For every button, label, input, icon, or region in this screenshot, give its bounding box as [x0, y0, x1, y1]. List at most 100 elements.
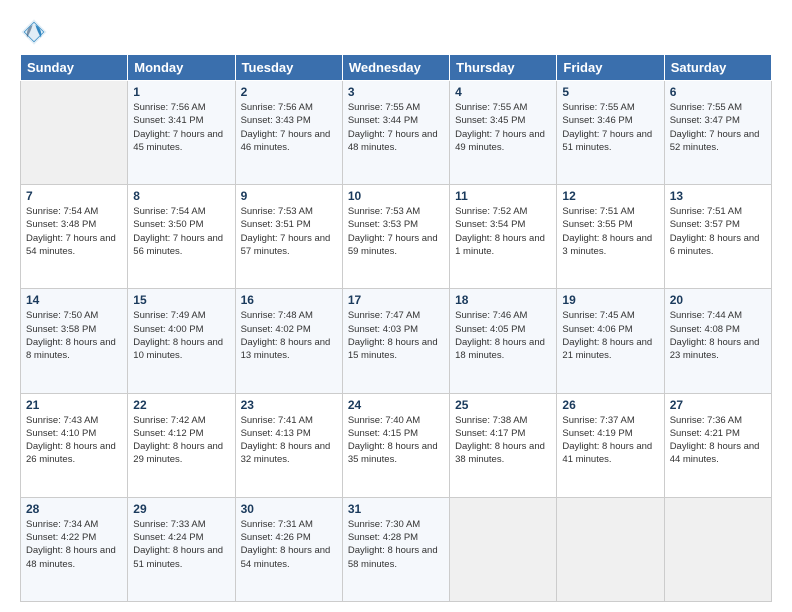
day-cell: 30Sunrise: 7:31 AMSunset: 4:26 PMDayligh…: [235, 497, 342, 601]
day-number: 23: [241, 398, 337, 412]
col-header-friday: Friday: [557, 55, 664, 81]
col-header-wednesday: Wednesday: [342, 55, 449, 81]
day-number: 6: [670, 85, 766, 99]
day-number: 9: [241, 189, 337, 203]
col-header-saturday: Saturday: [664, 55, 771, 81]
day-info: Sunrise: 7:56 AMSunset: 3:43 PMDaylight:…: [241, 101, 337, 154]
day-number: 15: [133, 293, 229, 307]
day-info: Sunrise: 7:37 AMSunset: 4:19 PMDaylight:…: [562, 414, 658, 467]
day-info: Sunrise: 7:51 AMSunset: 3:57 PMDaylight:…: [670, 205, 766, 258]
day-cell: 7 Sunrise: 7:54 AMSunset: 3:48 PMDaylight…: [21, 185, 128, 289]
day-info: Sunrise: 7:55 AMSunset: 3:46 PMDaylight:…: [562, 101, 658, 154]
day-info: Sunrise: 7:47 AMSunset: 4:03 PMDaylight:…: [348, 309, 444, 362]
day-info: Sunrise: 7:38 AMSunset: 4:17 PMDaylight:…: [455, 414, 551, 467]
day-cell: 15Sunrise: 7:49 AMSunset: 4:00 PMDayligh…: [128, 289, 235, 393]
day-cell: 22 Sunrise: 7:42 AMSunset: 4:12 PMDayligh…: [128, 393, 235, 497]
day-cell: 28 Sunrise: 7:34 AMSunset: 4:22 PMDayligh…: [21, 497, 128, 601]
day-info: Sunrise: 7:55 AMSunset: 3:44 PMDaylight:…: [348, 101, 444, 154]
day-info: Sunrise: 7:53 AMSunset: 3:51 PMDaylight:…: [241, 205, 337, 258]
day-number: 29: [133, 502, 229, 516]
day-cell: 17Sunrise: 7:47 AMSunset: 4:03 PMDayligh…: [342, 289, 449, 393]
day-cell: 19 Sunrise: 7:45 AMSunset: 4:06 PMDayligh…: [557, 289, 664, 393]
day-number: 5: [562, 85, 658, 99]
day-number: 8: [133, 189, 229, 203]
day-number: 26: [562, 398, 658, 412]
day-number: 21: [26, 398, 122, 412]
day-info: Sunrise: 7:31 AMSunset: 4:26 PMDaylight:…: [241, 518, 337, 571]
day-number: 31: [348, 502, 444, 516]
day-info: Sunrise: 7:36 AMSunset: 4:21 PMDaylight:…: [670, 414, 766, 467]
week-row-4: 21 Sunrise: 7:43 AMSunset: 4:10 PMDayligh…: [21, 393, 772, 497]
day-number: 16: [241, 293, 337, 307]
day-cell: 5 Sunrise: 7:55 AMSunset: 3:46 PMDaylight…: [557, 81, 664, 185]
day-cell: 31 Sunrise: 7:30 AMSunset: 4:28 PMDayligh…: [342, 497, 449, 601]
day-cell: 10 Sunrise: 7:53 AMSunset: 3:53 PMDayligh…: [342, 185, 449, 289]
week-row-2: 7 Sunrise: 7:54 AMSunset: 3:48 PMDaylight…: [21, 185, 772, 289]
logo-icon: [20, 18, 48, 46]
day-number: 18: [455, 293, 551, 307]
day-info: Sunrise: 7:41 AMSunset: 4:13 PMDaylight:…: [241, 414, 337, 467]
day-number: 19: [562, 293, 658, 307]
day-cell: 16 Sunrise: 7:48 AMSunset: 4:02 PMDayligh…: [235, 289, 342, 393]
day-info: Sunrise: 7:48 AMSunset: 4:02 PMDaylight:…: [241, 309, 337, 362]
day-info: Sunrise: 7:50 AMSunset: 3:58 PMDaylight:…: [26, 309, 122, 362]
day-number: 2: [241, 85, 337, 99]
day-cell: 6 Sunrise: 7:55 AMSunset: 3:47 PMDaylight…: [664, 81, 771, 185]
day-cell: 12 Sunrise: 7:51 AMSunset: 3:55 PMDayligh…: [557, 185, 664, 289]
day-info: Sunrise: 7:44 AMSunset: 4:08 PMDaylight:…: [670, 309, 766, 362]
day-info: Sunrise: 7:55 AMSunset: 3:45 PMDaylight:…: [455, 101, 551, 154]
day-info: Sunrise: 7:45 AMSunset: 4:06 PMDaylight:…: [562, 309, 658, 362]
day-info: Sunrise: 7:33 AMSunset: 4:24 PMDaylight:…: [133, 518, 229, 571]
day-number: 3: [348, 85, 444, 99]
col-header-monday: Monday: [128, 55, 235, 81]
day-cell: [664, 497, 771, 601]
day-info: Sunrise: 7:43 AMSunset: 4:10 PMDaylight:…: [26, 414, 122, 467]
day-number: 24: [348, 398, 444, 412]
day-cell: 11Sunrise: 7:52 AMSunset: 3:54 PMDayligh…: [450, 185, 557, 289]
day-cell: 4 Sunrise: 7:55 AMSunset: 3:45 PMDaylight…: [450, 81, 557, 185]
day-number: 14: [26, 293, 122, 307]
col-header-thursday: Thursday: [450, 55, 557, 81]
day-number: 28: [26, 502, 122, 516]
page: SundayMondayTuesdayWednesdayThursdayFrid…: [0, 0, 792, 612]
day-number: 12: [562, 189, 658, 203]
day-cell: 20Sunrise: 7:44 AMSunset: 4:08 PMDayligh…: [664, 289, 771, 393]
day-cell: 23 Sunrise: 7:41 AMSunset: 4:13 PMDayligh…: [235, 393, 342, 497]
logo: [20, 18, 52, 46]
day-number: 1: [133, 85, 229, 99]
day-info: Sunrise: 7:56 AMSunset: 3:41 PMDaylight:…: [133, 101, 229, 154]
day-number: 11: [455, 189, 551, 203]
day-cell: 3 Sunrise: 7:55 AMSunset: 3:44 PMDaylight…: [342, 81, 449, 185]
day-number: 22: [133, 398, 229, 412]
day-info: Sunrise: 7:53 AMSunset: 3:53 PMDaylight:…: [348, 205, 444, 258]
day-cell: 26 Sunrise: 7:37 AMSunset: 4:19 PMDayligh…: [557, 393, 664, 497]
day-cell: 29 Sunrise: 7:33 AMSunset: 4:24 PMDayligh…: [128, 497, 235, 601]
header-row: SundayMondayTuesdayWednesdayThursdayFrid…: [21, 55, 772, 81]
day-number: 7: [26, 189, 122, 203]
day-cell: 8Sunrise: 7:54 AMSunset: 3:50 PMDaylight…: [128, 185, 235, 289]
day-cell: [450, 497, 557, 601]
day-info: Sunrise: 7:55 AMSunset: 3:47 PMDaylight:…: [670, 101, 766, 154]
week-row-3: 14 Sunrise: 7:50 AMSunset: 3:58 PMDayligh…: [21, 289, 772, 393]
week-row-5: 28 Sunrise: 7:34 AMSunset: 4:22 PMDayligh…: [21, 497, 772, 601]
day-number: 25: [455, 398, 551, 412]
day-cell: 18 Sunrise: 7:46 AMSunset: 4:05 PMDayligh…: [450, 289, 557, 393]
day-info: Sunrise: 7:30 AMSunset: 4:28 PMDaylight:…: [348, 518, 444, 571]
day-cell: 1 Sunrise: 7:56 AMSunset: 3:41 PMDaylight…: [128, 81, 235, 185]
day-cell: 25 Sunrise: 7:38 AMSunset: 4:17 PMDayligh…: [450, 393, 557, 497]
day-cell: 27Sunrise: 7:36 AMSunset: 4:21 PMDayligh…: [664, 393, 771, 497]
day-number: 4: [455, 85, 551, 99]
day-cell: 2 Sunrise: 7:56 AMSunset: 3:43 PMDaylight…: [235, 81, 342, 185]
day-cell: 14 Sunrise: 7:50 AMSunset: 3:58 PMDayligh…: [21, 289, 128, 393]
day-number: 13: [670, 189, 766, 203]
day-info: Sunrise: 7:40 AMSunset: 4:15 PMDaylight:…: [348, 414, 444, 467]
day-info: Sunrise: 7:51 AMSunset: 3:55 PMDaylight:…: [562, 205, 658, 258]
day-cell: 24 Sunrise: 7:40 AMSunset: 4:15 PMDayligh…: [342, 393, 449, 497]
header: [20, 18, 772, 46]
day-info: Sunrise: 7:54 AMSunset: 3:48 PMDaylight:…: [26, 205, 122, 258]
day-cell: [557, 497, 664, 601]
day-info: Sunrise: 7:46 AMSunset: 4:05 PMDaylight:…: [455, 309, 551, 362]
day-info: Sunrise: 7:34 AMSunset: 4:22 PMDaylight:…: [26, 518, 122, 571]
day-number: 10: [348, 189, 444, 203]
day-info: Sunrise: 7:42 AMSunset: 4:12 PMDaylight:…: [133, 414, 229, 467]
